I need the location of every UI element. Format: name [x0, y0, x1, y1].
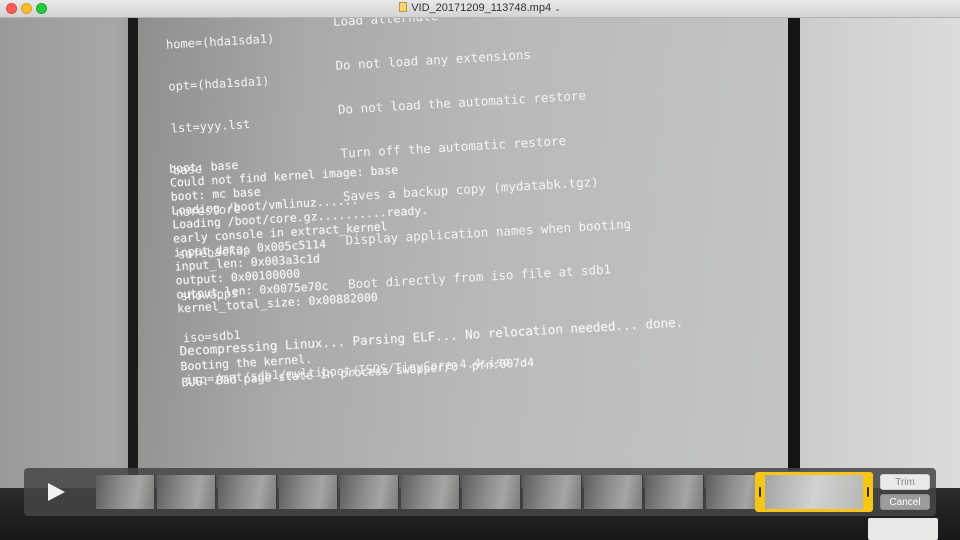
timeline-thumbnail	[645, 475, 704, 509]
title-bar: VID_20171209_113748.mp4 ⌄	[0, 0, 960, 18]
trim-handle-left[interactable]	[755, 472, 765, 512]
option-description: Turn off the automatic restore	[340, 132, 567, 161]
timeline-thumbnail	[96, 475, 155, 509]
option-description: Load alternate	[332, 18, 439, 30]
timeline-thumbnail	[523, 475, 582, 509]
thumbnail-strip[interactable]	[96, 475, 765, 509]
trim-selection[interactable]	[755, 472, 873, 512]
timeline-thumbnail	[340, 475, 399, 509]
option-description: Do not load any extensions	[335, 46, 532, 73]
trim-button[interactable]: Trim	[880, 474, 930, 490]
timeline-thumbnail	[584, 475, 643, 509]
wall-socket	[868, 518, 938, 540]
timeline-thumbnail	[218, 475, 277, 509]
video-frame: home=(hda1sda1) opt=(hda1sda1) lst=yyy.l…	[0, 18, 960, 540]
chevron-down-icon: ⌄	[554, 4, 561, 13]
option-description: Saves a backup copy (mydatabk.tgz)	[342, 174, 599, 205]
window-title[interactable]: VID_20171209_113748.mp4 ⌄	[0, 0, 960, 17]
option-description: Do not load the automatic restore	[337, 87, 587, 117]
window-title-text: VID_20171209_113748.mp4	[411, 2, 552, 14]
cancel-button[interactable]: Cancel	[880, 494, 930, 510]
document-icon	[399, 2, 408, 12]
timeline-thumbnail	[462, 475, 521, 509]
boot-terminal: home=(hda1sda1) opt=(hda1sda1) lst=yyy.l…	[160, 18, 742, 409]
trim-bar: Trim Cancel	[24, 468, 936, 516]
timeline-thumbnail	[279, 475, 338, 509]
trim-handle-right[interactable]	[863, 472, 873, 512]
timeline-thumbnail	[401, 475, 460, 509]
timeline-thumbnail	[157, 475, 216, 509]
option-description: Boot directly from iso file at sdb1	[347, 261, 612, 292]
play-icon[interactable]	[44, 480, 68, 504]
